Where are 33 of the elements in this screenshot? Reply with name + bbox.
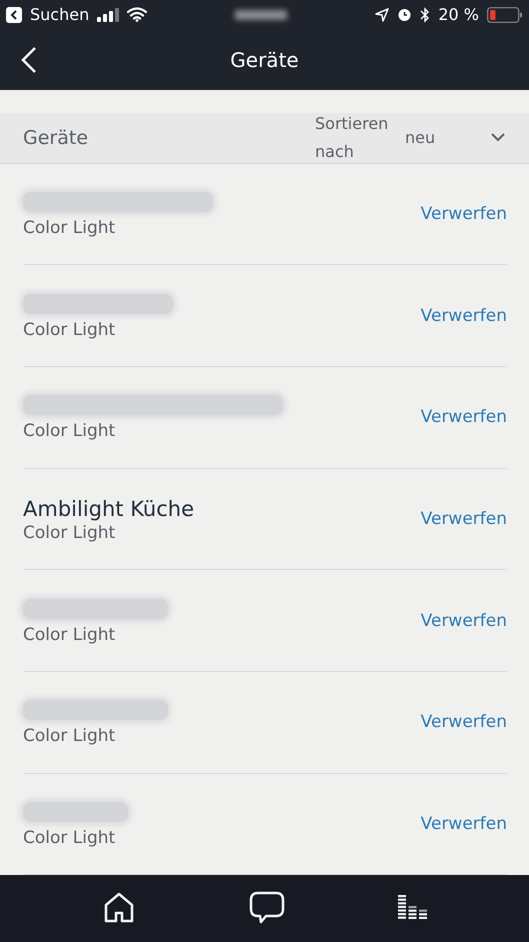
device-type: Color Light (23, 522, 116, 543)
battery-percentage: 20 % (438, 5, 479, 24)
device-name: Ambilight Küche (23, 496, 194, 521)
discard-link[interactable]: Verwerfen (420, 610, 507, 631)
sort-dropdown[interactable]: neu (405, 128, 505, 148)
signal-icon (97, 8, 120, 22)
discard-link[interactable]: Verwerfen (420, 814, 507, 834)
device-type: Color Light (23, 320, 116, 340)
alarm-clock-icon (397, 7, 412, 22)
discard-link[interactable]: Verwerfen (420, 306, 507, 326)
bluetooth-icon (420, 6, 430, 23)
discard-link[interactable]: Verwerfen (420, 204, 507, 224)
section-title: Geräte (23, 126, 90, 149)
battery-icon (487, 6, 523, 23)
device-type: Color Light (23, 421, 116, 442)
back-chevron-icon[interactable] (20, 46, 38, 74)
wifi-icon (127, 7, 148, 22)
location-arrow-icon (375, 8, 390, 22)
equalizer-icon (398, 894, 428, 921)
discard-link[interactable]: Verwerfen (420, 712, 507, 732)
back-icon[interactable] (6, 6, 22, 23)
discard-link[interactable]: Verwerfen (420, 508, 507, 529)
screen-title: Geräte (230, 48, 299, 72)
device-type: Color Light (23, 828, 116, 848)
device-type: Color Light (23, 726, 116, 746)
device-type: Color Light (23, 624, 116, 645)
speech-bubble-icon (248, 890, 284, 926)
device-type: Color Light (23, 218, 116, 238)
back-label[interactable]: Suchen (30, 5, 90, 24)
chevron-down-icon (491, 133, 505, 142)
sort-label: Sortieren nach (315, 112, 390, 163)
redacted-time (235, 10, 288, 20)
discard-link[interactable]: Verwerfen (420, 407, 507, 428)
